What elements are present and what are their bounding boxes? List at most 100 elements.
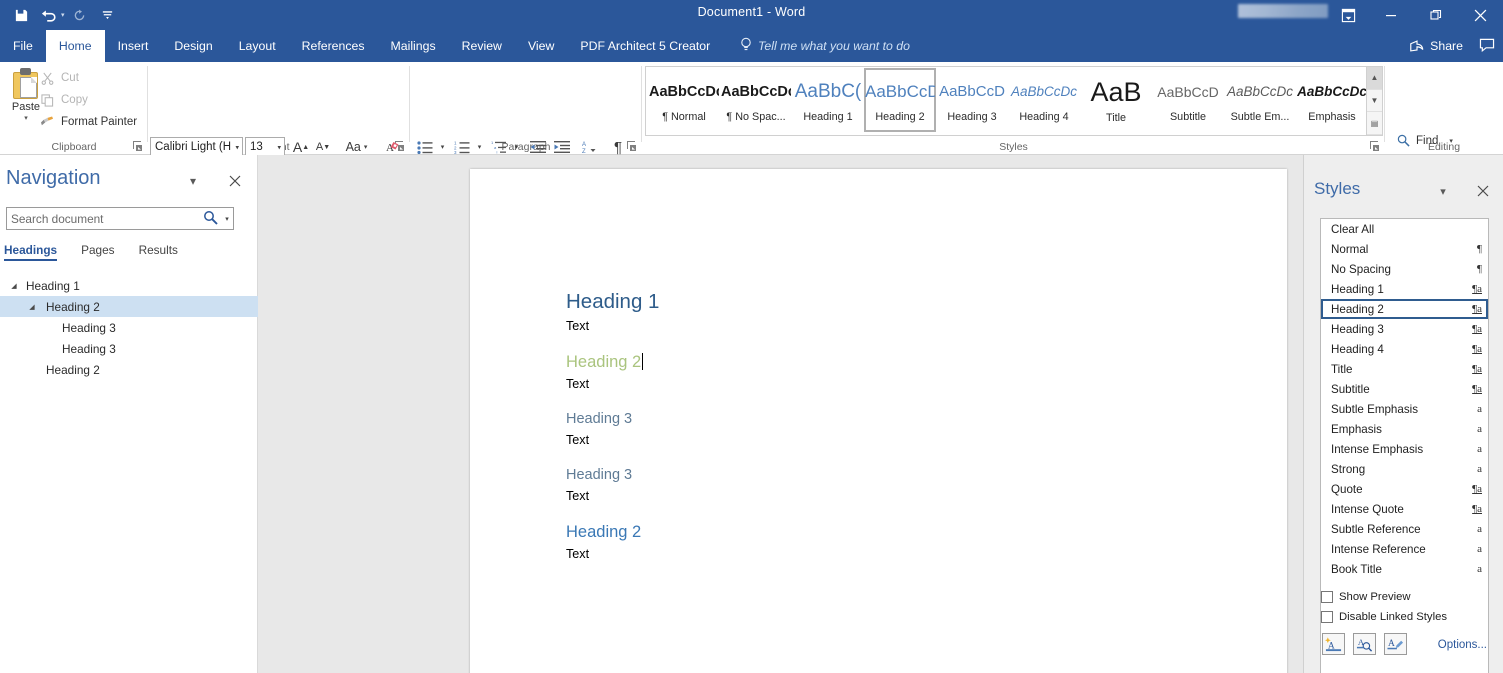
nav-tab-pages[interactable]: Pages: [81, 243, 114, 261]
manage-styles-button[interactable]: A: [1384, 633, 1407, 655]
nav-tab-headings[interactable]: Headings: [4, 243, 57, 261]
document-heading-2[interactable]: Heading 2: [566, 521, 1206, 543]
style-item-intense-reference[interactable]: Intense Reference a: [1321, 539, 1488, 559]
style-gallery-item-heading-4[interactable]: AaBbCcDc Heading 4: [1008, 68, 1080, 132]
style-gallery-item-heading-2[interactable]: AaBbCcD Heading 2: [864, 68, 936, 132]
find-caret[interactable]: ▾: [1449, 137, 1453, 145]
navigation-search-box[interactable]: ▾: [6, 207, 234, 230]
nav-tab-results[interactable]: Results: [139, 243, 178, 261]
checkbox-box[interactable]: [1321, 591, 1333, 603]
paste-dropdown-caret[interactable]: ▾: [24, 114, 28, 122]
tab-design[interactable]: Design: [161, 30, 225, 62]
document-canvas[interactable]: Heading 1 Text Heading 2 Text Heading 3 …: [258, 155, 1303, 673]
document-paragraph[interactable]: Text: [566, 545, 1206, 563]
nav-heading-item[interactable]: Heading 3: [0, 338, 258, 359]
style-item-heading-2[interactable]: Heading 2 ¶a: [1321, 299, 1488, 319]
styles-pane-options-caret[interactable]: ▾: [1432, 182, 1454, 200]
tab-view[interactable]: View: [515, 30, 567, 62]
new-style-button[interactable]: A: [1322, 633, 1345, 655]
tab-mailings[interactable]: Mailings: [378, 30, 449, 62]
styles-gallery-scroll-down[interactable]: ▼: [1367, 90, 1382, 113]
cut-button[interactable]: Cut: [36, 68, 82, 88]
style-item-emphasis[interactable]: Emphasis a: [1321, 419, 1488, 439]
close-button[interactable]: [1458, 0, 1503, 30]
style-item-heading-1[interactable]: Heading 1 ¶a: [1321, 279, 1488, 299]
style-item-subtle-emphasis[interactable]: Subtle Emphasis a: [1321, 399, 1488, 419]
tab-layout[interactable]: Layout: [226, 30, 289, 62]
document-paragraph[interactable]: Text: [566, 317, 1206, 335]
tab-references[interactable]: References: [289, 30, 378, 62]
comments-icon[interactable]: [1479, 38, 1495, 55]
nav-heading-item[interactable]: Heading 2: [0, 359, 258, 380]
style-item-title[interactable]: Title ¶a: [1321, 359, 1488, 379]
style-gallery-item-heading-3[interactable]: AaBbCcD Heading 3: [936, 68, 1008, 132]
style-item-no-spacing[interactable]: No Spacing ¶: [1321, 259, 1488, 279]
document-block[interactable]: Heading 1 Text: [566, 289, 1206, 335]
style-item-intense-emphasis[interactable]: Intense Emphasis a: [1321, 439, 1488, 459]
document-paragraph[interactable]: Text: [566, 431, 1206, 449]
nav-heading-item[interactable]: ◢ Heading 2: [0, 296, 258, 317]
document-paragraph[interactable]: Text: [566, 487, 1206, 505]
share-button[interactable]: Share: [1409, 39, 1463, 53]
copy-button[interactable]: Copy: [36, 90, 91, 110]
document-heading-2-edited[interactable]: Heading 2: [566, 351, 1206, 373]
tab-insert[interactable]: Insert: [105, 30, 162, 62]
style-item-strong[interactable]: Strong a: [1321, 459, 1488, 479]
style-gallery-item-subtitle[interactable]: AaBbCcD Subtitle: [1152, 68, 1224, 132]
ribbon-display-options-icon[interactable]: [1328, 0, 1368, 30]
style-gallery-item-normal[interactable]: AaBbCcDc ¶ Normal: [648, 68, 720, 132]
styles-pane-close-icon[interactable]: [1472, 182, 1494, 200]
document-block[interactable]: Heading 2 Text: [566, 351, 1206, 393]
checkbox-box[interactable]: [1321, 611, 1333, 623]
tab-file[interactable]: File: [0, 30, 46, 62]
nav-heading-item[interactable]: Heading 3: [0, 317, 258, 338]
style-item-book-title[interactable]: Book Title a: [1321, 559, 1488, 579]
document-paragraph[interactable]: Text: [566, 375, 1206, 393]
document-heading-3[interactable]: Heading 3: [566, 465, 1206, 485]
clipboard-dialog-launcher[interactable]: [133, 141, 144, 152]
document-block[interactable]: Heading 3 Text: [566, 409, 1206, 449]
expander-icon[interactable]: ◢: [26, 303, 38, 311]
style-item-subtitle[interactable]: Subtitle ¶a: [1321, 379, 1488, 399]
style-gallery-item-emphasis[interactable]: AaBbCcDc Emphasis: [1296, 68, 1367, 132]
tab-home[interactable]: Home: [46, 30, 105, 62]
style-item-clear-all[interactable]: Clear All: [1321, 219, 1488, 239]
document-body[interactable]: Heading 1 Text Heading 2 Text Heading 3 …: [566, 289, 1206, 579]
style-gallery-item-subtle-emphasis[interactable]: AaBbCcDc Subtle Em...: [1224, 68, 1296, 132]
document-heading-3[interactable]: Heading 3: [566, 409, 1206, 429]
style-item-heading-3[interactable]: Heading 3 ¶a: [1321, 319, 1488, 339]
format-painter-button[interactable]: Format Painter: [36, 112, 140, 132]
tab-review[interactable]: Review: [449, 30, 515, 62]
search-input[interactable]: [7, 212, 199, 226]
style-item-subtle-reference[interactable]: Subtle Reference a: [1321, 519, 1488, 539]
styles-list[interactable]: Clear All Normal ¶ No Spacing ¶ Heading …: [1320, 218, 1489, 673]
style-item-normal[interactable]: Normal ¶: [1321, 239, 1488, 259]
style-inspector-button[interactable]: A: [1353, 633, 1376, 655]
styles-dialog-launcher[interactable]: [1370, 141, 1381, 152]
navigation-pane-close-icon[interactable]: [224, 171, 246, 191]
style-gallery-item-heading-1[interactable]: AaBbC( Heading 1: [792, 68, 864, 132]
styles-options-link[interactable]: Options...: [1438, 639, 1487, 651]
expander-icon[interactable]: ◢: [8, 282, 20, 290]
styles-gallery-scrollbar[interactable]: ▲ ▼ ▤: [1367, 66, 1383, 136]
navigation-pane-options-caret[interactable]: ▾: [182, 171, 204, 191]
tell-me-search[interactable]: Tell me what you want to do: [740, 30, 910, 62]
search-icon[interactable]: [199, 210, 221, 228]
style-item-intense-quote[interactable]: Intense Quote ¶a: [1321, 499, 1488, 519]
restore-button[interactable]: [1413, 0, 1458, 30]
find-button[interactable]: Find ▾: [1392, 130, 1456, 151]
style-item-quote[interactable]: Quote ¶a: [1321, 479, 1488, 499]
document-page[interactable]: Heading 1 Text Heading 2 Text Heading 3 …: [470, 169, 1287, 673]
style-gallery-item-title[interactable]: AaB Title: [1080, 68, 1152, 132]
nav-heading-item[interactable]: ◢ Heading 1: [0, 275, 258, 296]
disable-linked-styles-checkbox[interactable]: Disable Linked Styles: [1321, 611, 1447, 623]
search-options-caret[interactable]: ▾: [221, 215, 233, 223]
show-preview-checkbox[interactable]: Show Preview: [1321, 591, 1411, 603]
document-heading-1[interactable]: Heading 1: [566, 289, 1206, 315]
styles-gallery-more[interactable]: ▤: [1367, 112, 1382, 135]
tab-pdf-architect-5-creator[interactable]: PDF Architect 5 Creator: [567, 30, 723, 62]
style-gallery-item-no-spacing[interactable]: AaBbCcDc ¶ No Spac...: [720, 68, 792, 132]
document-block[interactable]: Heading 2 Text: [566, 521, 1206, 563]
style-item-heading-4[interactable]: Heading 4 ¶a: [1321, 339, 1488, 359]
styles-gallery-scroll-up[interactable]: ▲: [1367, 67, 1382, 90]
